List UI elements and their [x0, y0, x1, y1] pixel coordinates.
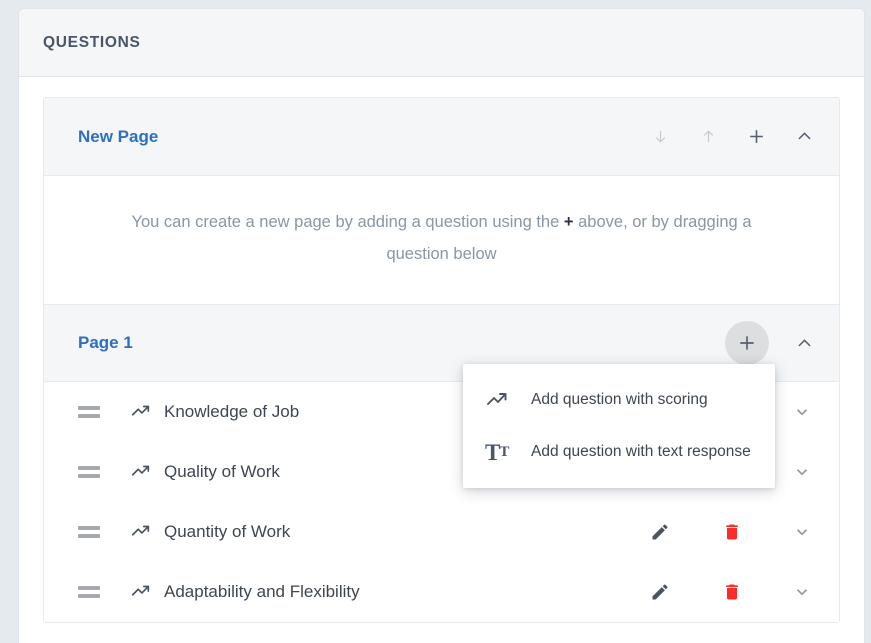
- expand-row-icon[interactable]: [787, 457, 817, 487]
- new-page-header: New Page: [44, 98, 839, 176]
- trending-up-icon: [128, 459, 154, 485]
- page-1-actions: [725, 321, 817, 365]
- new-page-hint: You can create a new page by adding a qu…: [44, 176, 839, 304]
- card-body: New Page You can create a new page by ad…: [19, 77, 864, 623]
- collapse-page-1-icon[interactable]: [791, 330, 817, 356]
- new-page-title[interactable]: New Page: [78, 127, 647, 147]
- expand-row-icon[interactable]: [787, 577, 817, 607]
- table-row[interactable]: Adaptability and Flexibility: [44, 562, 839, 622]
- question-label: Adaptability and Flexibility: [164, 582, 360, 601]
- drag-handle-icon[interactable]: [78, 579, 104, 605]
- menu-item-add-text-response[interactable]: TT Add question with text response: [463, 426, 775, 478]
- drag-handle-icon[interactable]: [78, 459, 104, 485]
- questions-card: QUESTIONS New Page You can create a new …: [18, 8, 865, 643]
- add-question-button[interactable]: [725, 321, 769, 365]
- page-1-title[interactable]: Page 1: [78, 333, 725, 353]
- menu-item-label: Add question with text response: [531, 443, 751, 460]
- trending-up-icon: [128, 519, 154, 545]
- delete-icon[interactable]: [717, 517, 747, 547]
- drag-handle-icon[interactable]: [78, 519, 104, 545]
- table-row[interactable]: Quantity of Work: [44, 502, 839, 562]
- expand-row-icon[interactable]: [787, 517, 817, 547]
- drag-handle-icon[interactable]: [78, 399, 104, 425]
- row-actions: [645, 577, 817, 607]
- app-background: QUESTIONS New Page You can create a new …: [0, 0, 871, 643]
- trending-up-icon: [128, 399, 154, 425]
- move-down-icon[interactable]: [647, 124, 673, 150]
- expand-row-icon[interactable]: [787, 397, 817, 427]
- add-question-icon[interactable]: [743, 124, 769, 150]
- hint-plus-symbol: +: [563, 213, 574, 231]
- row-actions: [645, 517, 817, 547]
- page-title: QUESTIONS: [43, 33, 141, 51]
- new-page-actions: [647, 124, 817, 150]
- menu-item-label: Add question with scoring: [531, 391, 708, 408]
- card-header: QUESTIONS: [19, 9, 864, 77]
- collapse-new-page-icon[interactable]: [791, 124, 817, 150]
- text-format-icon: TT: [485, 439, 509, 465]
- trending-up-icon: [128, 579, 154, 605]
- edit-icon[interactable]: [645, 577, 675, 607]
- hint-text-before: You can create a new page by adding a qu…: [131, 213, 560, 231]
- question-label: Quantity of Work: [164, 522, 291, 541]
- trending-up-icon: [485, 387, 515, 413]
- move-up-icon[interactable]: [695, 124, 721, 150]
- add-question-menu: Add question with scoring TT Add questio…: [463, 364, 775, 488]
- pages-panel: New Page You can create a new page by ad…: [43, 97, 840, 623]
- menu-item-add-scoring[interactable]: Add question with scoring: [463, 374, 775, 426]
- delete-icon[interactable]: [717, 577, 747, 607]
- edit-icon[interactable]: [645, 517, 675, 547]
